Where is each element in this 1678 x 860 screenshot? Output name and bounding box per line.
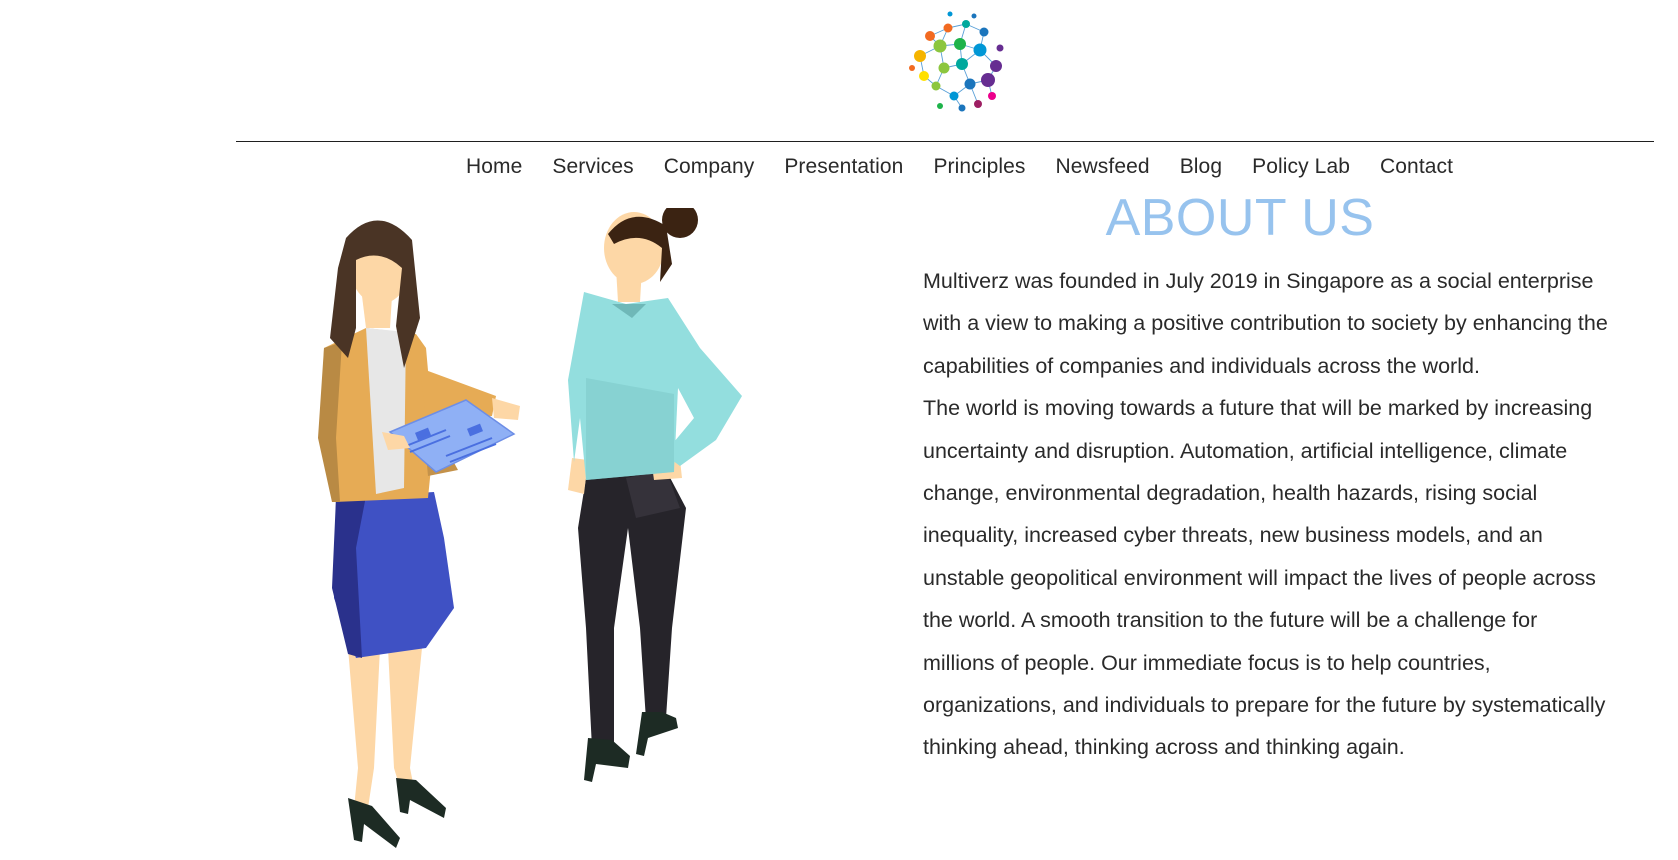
nav-company[interactable]: Company — [664, 155, 755, 179]
woman-with-document-figure — [318, 220, 520, 848]
about-paragraph-2: The world is moving towards a future tha… — [923, 396, 1606, 760]
about-text: Multiverz was founded in July 2019 in Si… — [923, 260, 1613, 769]
nav-home[interactable]: Home — [466, 155, 522, 179]
two-women-talking-illustration-icon — [318, 208, 742, 848]
nav-contact[interactable]: Contact — [1380, 155, 1453, 179]
about-heading: ABOUT US — [1105, 189, 1375, 247]
nav-presentation[interactable]: Presentation — [784, 155, 903, 179]
nav-principles[interactable]: Principles — [933, 155, 1025, 179]
nav-blog[interactable]: Blog — [1180, 155, 1222, 179]
nav-newsfeed[interactable]: Newsfeed — [1056, 155, 1150, 179]
page: Home Services Company Presentation Princ… — [0, 0, 1678, 860]
header-divider — [236, 141, 1654, 142]
nav-policy-lab[interactable]: Policy Lab — [1252, 155, 1350, 179]
main-nav: Home Services Company Presentation Princ… — [466, 150, 1453, 184]
about-paragraph-1: Multiverz was founded in July 2019 in Si… — [923, 269, 1608, 378]
woman-standing-figure — [568, 208, 742, 782]
nav-services[interactable]: Services — [552, 155, 633, 179]
network-dots-logo-icon[interactable] — [900, 8, 1012, 120]
